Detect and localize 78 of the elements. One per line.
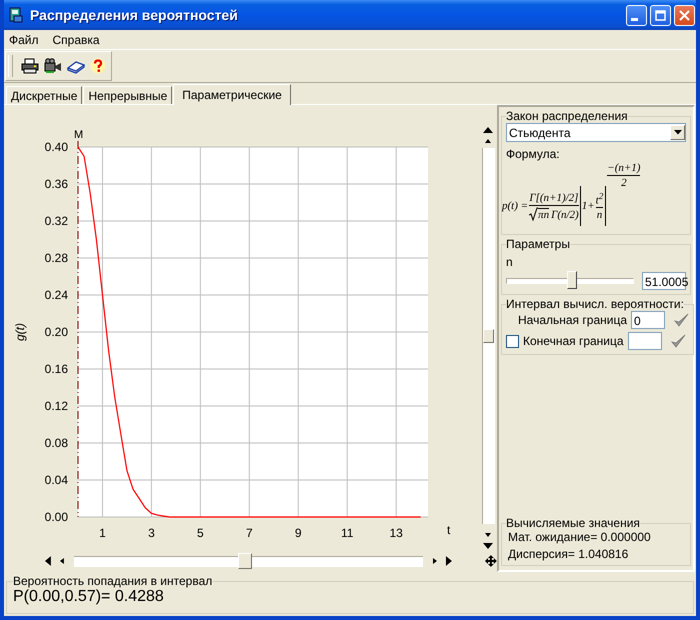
formula-term: t$^{2}$ [596,190,604,206]
axis-tick-label: 0.04 [44,473,68,487]
axis-label: t [447,523,450,537]
scroll-down-icon[interactable] [483,533,493,539]
scroll-left-icon[interactable] [58,556,64,566]
result-text: Дисперсия= 1.040816 [508,547,630,561]
scroll-up-icon[interactable] [482,126,494,134]
parameter-label: n [506,255,514,269]
maximize-button[interactable] [650,4,671,26]
field-label: Начальная граница [518,313,627,327]
scroll-left-icon[interactable] [44,555,52,567]
scroll-right-icon[interactable] [433,556,440,566]
axis-label: g(t) [13,323,27,341]
formula-term: Γ(n/2) [551,208,579,220]
axis-tick-label: 7 [246,526,253,540]
group-title: Вероятность попадания в интервал [13,574,212,588]
value-field[interactable]: 51.0005 [642,272,686,290]
axis-tick-label: 0.20 [44,325,68,339]
close-icon [679,10,690,20]
axis-tick-label: 0.08 [44,436,68,450]
formula-term: p(t) = [502,200,528,212]
formula-term: Γ[(n+1)/2] [529,192,578,204]
axis-tick-label: 0.24 [44,288,68,302]
app-icon [8,7,24,23]
result-text: Мат. ожидание= 0.000000 [508,530,652,544]
input-field[interactable] [628,332,662,350]
caret-icon [674,130,682,135]
axis-tick-label: 11 [341,526,354,540]
printer-button[interactable] [20,58,40,74]
axis-tick-label: 13 [390,526,403,540]
tab[interactable]: Дискретные [6,86,82,104]
axis-tick-label: 0.16 [44,362,68,376]
input-field[interactable]: 0 [631,311,665,329]
scroll-right-icon[interactable] [445,555,454,567]
axis-tick-label: 0.32 [44,214,68,228]
group-title: Вычисляемые значения [506,516,640,530]
field-label: Конечная граница [523,334,624,348]
axis-tick-label: 0.00 [44,510,68,524]
group-title: Параметры [506,237,570,251]
apply-button[interactable] [673,312,689,328]
axis-tick-label: 9 [294,526,302,540]
formula-term: 2 [621,177,627,189]
checkbox[interactable] [506,334,519,348]
axis-tick-label: 0.36 [44,177,68,191]
axis-tick-label: 0.12 [44,399,68,413]
scroll-thumb[interactable] [482,329,494,343]
help-button[interactable] [89,58,107,74]
probability-result: P(0.00,0.57)= 0.4288 [13,588,164,605]
scroll-down-icon[interactable] [482,542,494,550]
axis-tick-label: 3 [148,526,155,540]
formula-term: πn [538,208,550,220]
scroll-thumb[interactable] [238,552,252,568]
move-icon[interactable] [485,555,497,567]
tab[interactable]: Параметрические [173,84,291,105]
minimize-button[interactable] [626,4,647,26]
camera-button[interactable] [43,58,63,74]
axis-tick-label: 1 [99,526,106,540]
maximize-icon [655,10,666,20]
minimize-icon [631,18,638,20]
menu-item[interactable]: Справка [52,32,100,46]
slider-thumb[interactable] [567,271,578,289]
formula-term: n [596,209,602,222]
group-title: Закон распределения [506,109,628,123]
formula-label: Формула: [506,147,561,161]
formula-term: 1+ [582,200,595,212]
close-button[interactable] [674,4,695,26]
group-title: Интервал вычисл. вероятности: [506,297,684,311]
formula-term: −(n+1) [607,162,640,174]
distribution-dropdown[interactable]: Стьюдента [506,123,686,142]
axis-tick-label: 0.28 [44,251,68,265]
marker-label: M [74,129,84,141]
tab[interactable]: Непрерывные [83,86,172,104]
axis-tick-label: 0.40 [44,140,68,154]
scroll-up-icon[interactable] [483,137,493,143]
window-title: Распределения вероятностей [30,7,239,23]
menu-item[interactable]: Файл [9,32,39,46]
apply-button[interactable] [670,333,686,349]
axis-tick-label: 5 [197,526,204,540]
